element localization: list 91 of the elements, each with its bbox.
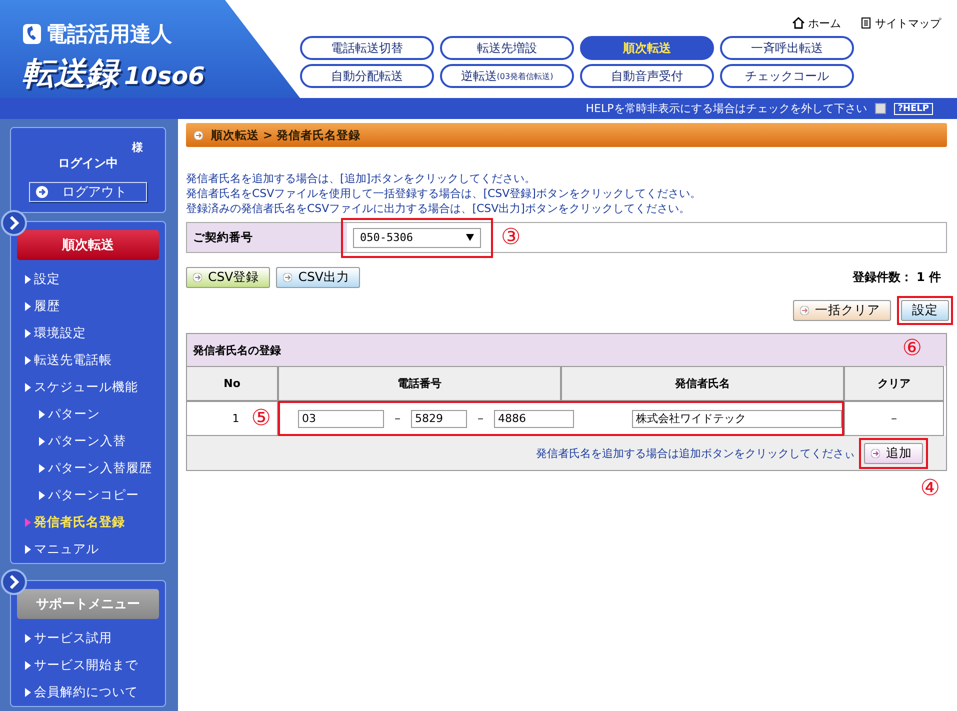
help-button[interactable]: ?HELP xyxy=(894,102,933,114)
arrow-icon xyxy=(25,518,31,527)
login-status: ログイン中 xyxy=(58,155,118,172)
annotation-number: ④ xyxy=(920,478,940,500)
top-link[interactable]: ホーム xyxy=(792,10,841,36)
menu-item[interactable]: スケジュール機能 xyxy=(11,374,165,401)
nav-tab[interactable]: 自動音声受付 xyxy=(580,64,714,88)
nav-tab[interactable]: チェックコール xyxy=(720,64,854,88)
arrow-icon xyxy=(25,275,31,284)
save-button[interactable]: 設定 xyxy=(901,300,949,321)
name-field[interactable]: 株式会社ワイドテック xyxy=(632,410,842,428)
dash-text: － xyxy=(475,411,486,426)
footer-note: 発信者氏名を追加する場合は追加ボタンをクリックしてくださぃ xyxy=(536,446,855,460)
menu-item[interactable]: パターン xyxy=(11,401,165,428)
phone-icon xyxy=(22,23,42,45)
arrow-icon xyxy=(25,661,31,670)
table-cell: － xyxy=(844,401,944,436)
arrow-icon xyxy=(193,273,202,282)
arrow-icon xyxy=(871,448,880,458)
phone-field[interactable]: 5829 xyxy=(411,410,467,428)
menu-item[interactable]: 会員解約について xyxy=(11,679,165,706)
help-checkbox[interactable] xyxy=(874,103,886,114)
logo-suffix: 10so6 xyxy=(124,62,205,90)
menu-item[interactable]: マニュアル xyxy=(11,536,165,563)
arrow-icon xyxy=(39,410,45,419)
menu-item[interactable]: パターンコピー xyxy=(11,482,165,509)
annotation-number: ⑥ xyxy=(902,338,922,360)
annotation-number: ⑤ xyxy=(251,408,271,430)
top-link[interactable]: サイトマップ xyxy=(861,10,941,36)
column-header: 電話番号 xyxy=(278,366,561,401)
chevron-icon xyxy=(1,569,27,595)
instruction-text: 登録済みの発信者氏名をCSVファイルに出力する場合は、[CSV出力]ボタンをクリックしてください。 xyxy=(186,201,691,216)
column-header: 発信者氏名 xyxy=(561,366,844,401)
menu-item[interactable]: パターン入替 xyxy=(11,428,165,455)
dash-text: － xyxy=(392,411,403,426)
annotation-number: ③ xyxy=(501,226,521,248)
menu-header: 順次転送 xyxy=(17,230,159,260)
dropdown-icon xyxy=(466,234,474,241)
arrow-icon xyxy=(25,302,31,311)
menu-item[interactable]: 履歴 xyxy=(11,293,165,320)
menu-item[interactable]: サービス開始まで xyxy=(11,652,165,679)
document-icon xyxy=(861,16,872,30)
arrow-icon xyxy=(39,464,45,473)
nav-tab[interactable]: 転送先増設 xyxy=(440,36,574,60)
add-button[interactable]: 追加 xyxy=(864,442,923,464)
menu-item[interactable]: 環境設定 xyxy=(11,320,165,347)
clear-all-button[interactable]: 一括クリア xyxy=(793,300,891,321)
home-icon xyxy=(792,17,805,29)
user-honorific: 様 xyxy=(132,140,143,155)
arrow-icon xyxy=(39,491,45,500)
arrow-icon xyxy=(283,273,292,282)
arrow-icon xyxy=(25,688,31,697)
instruction-text: 発信者氏名をCSVファイルを使用して一括登録する場合は、[CSV登録]ボタンをクリックしてください。 xyxy=(186,186,702,201)
nav-tab[interactable]: 逆転送(03発着信転送) xyxy=(440,64,574,88)
link-label[interactable]: サイトマップ xyxy=(875,16,941,30)
instruction-text: 発信者氏名を追加する場合は、[追加]ボタンをクリックしてください。 xyxy=(186,171,537,186)
link-label[interactable]: ホーム xyxy=(808,16,841,30)
phone-field[interactable]: 03 xyxy=(298,410,384,428)
arrow-icon xyxy=(25,329,31,338)
nav-tab[interactable]: 電話転送切替 xyxy=(300,36,434,60)
help-text: HELPを常時非表示にする場合はチェックを外して下さい xyxy=(586,101,867,116)
menu-item[interactable]: パターン入替履歴 xyxy=(11,455,165,482)
arrow-icon xyxy=(25,634,31,643)
menu-item[interactable]: サービス試用 xyxy=(11,625,165,652)
contract-select[interactable]: 050-5306 xyxy=(353,228,481,248)
logout-button[interactable]: ログアウト xyxy=(29,182,147,202)
arrow-icon xyxy=(800,306,809,315)
contract-label: ご契約番号 xyxy=(187,223,347,252)
record-count: 登録件数： 1 件 xyxy=(852,269,941,286)
menu-item[interactable]: 発信者氏名登録 xyxy=(11,509,165,536)
menu-item[interactable]: 設定 xyxy=(11,266,165,293)
nav-tab[interactable]: 自動分配転送 xyxy=(300,64,434,88)
nav-tab[interactable]: 順次転送 xyxy=(580,36,714,60)
arrow-icon xyxy=(194,130,203,140)
menu-item[interactable]: 転送先電話帳 xyxy=(11,347,165,374)
column-header: No xyxy=(186,366,278,401)
arrow-icon xyxy=(36,186,48,198)
chevron-icon xyxy=(1,210,27,236)
row-number: 1 xyxy=(232,412,240,425)
column-header: クリア xyxy=(844,366,944,401)
arrow-icon xyxy=(25,545,31,554)
logo-text: 電話活用達人 xyxy=(46,21,172,48)
csv-button[interactable]: CSV登録 xyxy=(186,267,270,288)
csv-button[interactable]: CSV出力 xyxy=(276,267,360,288)
arrow-icon xyxy=(25,383,31,392)
menu-header: サポートメニュー xyxy=(17,589,159,619)
arrow-icon xyxy=(39,437,45,446)
breadcrumb-text: 順次転送 > 発信者氏名登録 xyxy=(211,128,361,142)
arrow-icon xyxy=(25,356,31,365)
phone-field[interactable]: 4886 xyxy=(494,410,574,428)
nav-tab[interactable]: 一斉呼出転送 xyxy=(720,36,854,60)
